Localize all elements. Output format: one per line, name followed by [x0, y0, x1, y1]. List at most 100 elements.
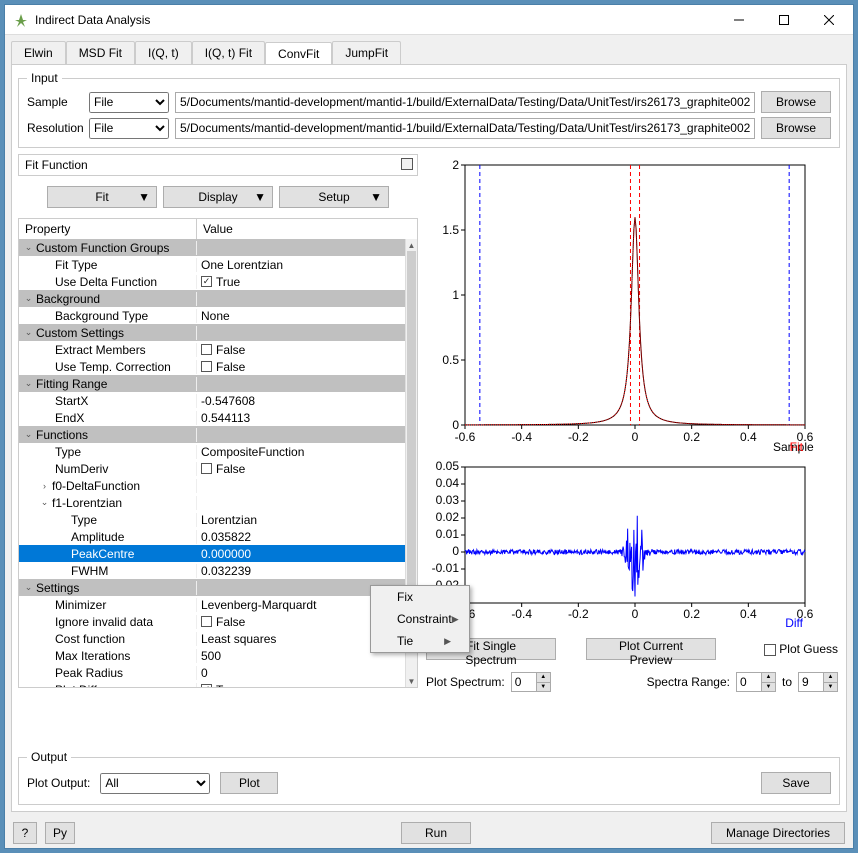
svg-text:0: 0	[632, 607, 639, 621]
collapse-icon[interactable]: ⌄	[23, 242, 34, 253]
svg-text:Diff: Diff	[785, 616, 803, 630]
svg-text:-0.01: -0.01	[432, 561, 460, 575]
undock-icon[interactable]	[401, 160, 411, 170]
collapse-icon[interactable]: ⌄	[39, 497, 50, 508]
svg-text:-0.4: -0.4	[511, 430, 532, 444]
property-row[interactable]: ›f0-DeltaFunction	[19, 477, 405, 494]
property-row[interactable]: ⌄Custom Function Groups	[19, 239, 405, 256]
property-row[interactable]: Peak Radius0	[19, 664, 405, 681]
value-header: Value	[197, 219, 417, 239]
property-row[interactable]: TypeCompositeFunction	[19, 443, 405, 460]
display-dropdown-button[interactable]: Display▼	[163, 186, 273, 208]
run-button[interactable]: Run	[401, 822, 471, 844]
collapse-icon[interactable]: ⌄	[23, 378, 34, 389]
checkbox-icon[interactable]: ✓	[201, 684, 212, 687]
property-row[interactable]: Amplitude0.035822	[19, 528, 405, 545]
spectra-range-to-spinner[interactable]: ▲▼	[798, 672, 838, 692]
menu-item-fix[interactable]: Fix	[371, 586, 469, 608]
plot-guess-checkbox[interactable]: Plot Guess	[764, 642, 838, 656]
chevron-right-icon: ▶	[452, 614, 459, 625]
resolution-browse-button[interactable]: Browse	[761, 117, 831, 139]
property-row[interactable]: ⌄Functions	[19, 426, 405, 443]
property-row[interactable]: PeakCentre0.000000	[19, 545, 405, 562]
property-row[interactable]: Extract Members False	[19, 341, 405, 358]
plot-current-preview-button[interactable]: Plot Current Preview	[586, 638, 716, 660]
plot-button[interactable]: Plot	[220, 772, 278, 794]
property-row[interactable]: ⌄Fitting Range	[19, 375, 405, 392]
property-row[interactable]: FWHM0.032239	[19, 562, 405, 579]
property-tree[interactable]: Property Value ⌄Custom Function GroupsFi…	[18, 218, 418, 688]
svg-text:-0.6: -0.6	[455, 430, 476, 444]
scroll-down-icon[interactable]: ▼	[406, 675, 417, 687]
spectra-range-from-spinner[interactable]: ▲▼	[736, 672, 776, 692]
property-row[interactable]: Fit TypeOne Lorentzian	[19, 256, 405, 273]
property-row[interactable]: ⌄Background	[19, 290, 405, 307]
resolution-label: Resolution	[27, 121, 83, 135]
property-row[interactable]: Plot Difference✓ True	[19, 681, 405, 687]
collapse-icon[interactable]: ⌄	[23, 429, 34, 440]
maximize-button[interactable]	[761, 5, 806, 34]
chevron-down-icon: ▼	[138, 190, 150, 204]
diff-chart: -0.03-0.02-0.0100.010.020.030.040.05-0.6…	[424, 460, 840, 632]
checkbox-icon[interactable]	[201, 616, 212, 627]
collapse-icon[interactable]: ⌄	[23, 293, 34, 304]
tab-i-q-t-[interactable]: I(Q, t)	[135, 41, 192, 64]
scroll-up-icon[interactable]: ▲	[406, 239, 417, 251]
tab-jumpfit[interactable]: JumpFit	[332, 41, 401, 64]
checkbox-icon[interactable]	[201, 463, 212, 474]
help-button[interactable]: ?	[13, 822, 37, 844]
menu-item-tie[interactable]: Tie▶	[371, 630, 469, 652]
expand-icon[interactable]: ›	[39, 480, 50, 491]
tab-elwin[interactable]: Elwin	[11, 41, 66, 64]
spectra-range-label: Spectra Range:	[647, 675, 730, 689]
svg-text:0.5: 0.5	[442, 353, 459, 367]
fit-dropdown-button[interactable]: Fit▼	[47, 186, 157, 208]
sample-browse-button[interactable]: Browse	[761, 91, 831, 113]
checkbox-icon[interactable]	[201, 344, 212, 355]
setup-dropdown-button[interactable]: Setup▼	[279, 186, 389, 208]
input-group: Input Sample File Browse Resolution File…	[18, 71, 840, 148]
tab-convfit[interactable]: ConvFit	[265, 42, 332, 65]
property-row[interactable]: EndX0.544113	[19, 409, 405, 426]
resolution-source-select[interactable]: File	[89, 118, 169, 139]
collapse-icon[interactable]: ⌄	[23, 327, 34, 338]
svg-text:0.02: 0.02	[436, 510, 460, 524]
property-row[interactable]: Cost functionLeast squares	[19, 630, 405, 647]
property-row[interactable]: TypeLorentzian	[19, 511, 405, 528]
property-row[interactable]: ⌄Custom Settings	[19, 324, 405, 341]
property-row[interactable]: MinimizerLevenberg-Marquardt	[19, 596, 405, 613]
checkbox-icon[interactable]	[201, 361, 212, 372]
close-button[interactable]	[806, 5, 851, 34]
property-row[interactable]: Ignore invalid data False	[19, 613, 405, 630]
property-row[interactable]: StartX-0.547608	[19, 392, 405, 409]
menu-item-constraint[interactable]: Constraint▶	[371, 608, 469, 630]
property-row[interactable]: ⌄f1-Lorentzian	[19, 494, 405, 511]
scroll-thumb[interactable]	[407, 251, 416, 631]
resolution-path-input[interactable]	[175, 118, 755, 139]
sample-source-select[interactable]: File	[89, 92, 169, 113]
tab-msd-fit[interactable]: MSD Fit	[66, 41, 135, 64]
property-row[interactable]: NumDeriv False	[19, 460, 405, 477]
property-row[interactable]: Use Delta Function✓ True	[19, 273, 405, 290]
svg-text:0: 0	[452, 544, 459, 558]
property-row[interactable]: Use Temp. Correction False	[19, 358, 405, 375]
tab-i-q-t-fit[interactable]: I(Q, t) Fit	[192, 41, 265, 64]
plot-spectrum-spinner[interactable]: ▲▼	[511, 672, 551, 692]
sample-label: Sample	[27, 95, 83, 109]
context-menu: FixConstraint▶Tie▶	[370, 585, 470, 653]
checkbox-icon[interactable]: ✓	[201, 276, 212, 287]
sample-path-input[interactable]	[175, 92, 755, 113]
property-row[interactable]: ⌄Settings	[19, 579, 405, 596]
save-button[interactable]: Save	[761, 772, 831, 794]
window-title: Indirect Data Analysis	[35, 13, 716, 27]
manage-directories-button[interactable]: Manage Directories	[711, 822, 845, 844]
minimize-button[interactable]	[716, 5, 761, 34]
plot-output-select[interactable]: All	[100, 773, 210, 794]
svg-text:-0.2: -0.2	[568, 430, 589, 444]
collapse-icon[interactable]: ⌄	[23, 582, 34, 593]
python-button[interactable]: Py	[45, 822, 75, 844]
chevron-down-icon: ▼	[370, 190, 382, 204]
property-row[interactable]: Background TypeNone	[19, 307, 405, 324]
property-row[interactable]: Max Iterations500	[19, 647, 405, 664]
svg-text:0: 0	[632, 430, 639, 444]
